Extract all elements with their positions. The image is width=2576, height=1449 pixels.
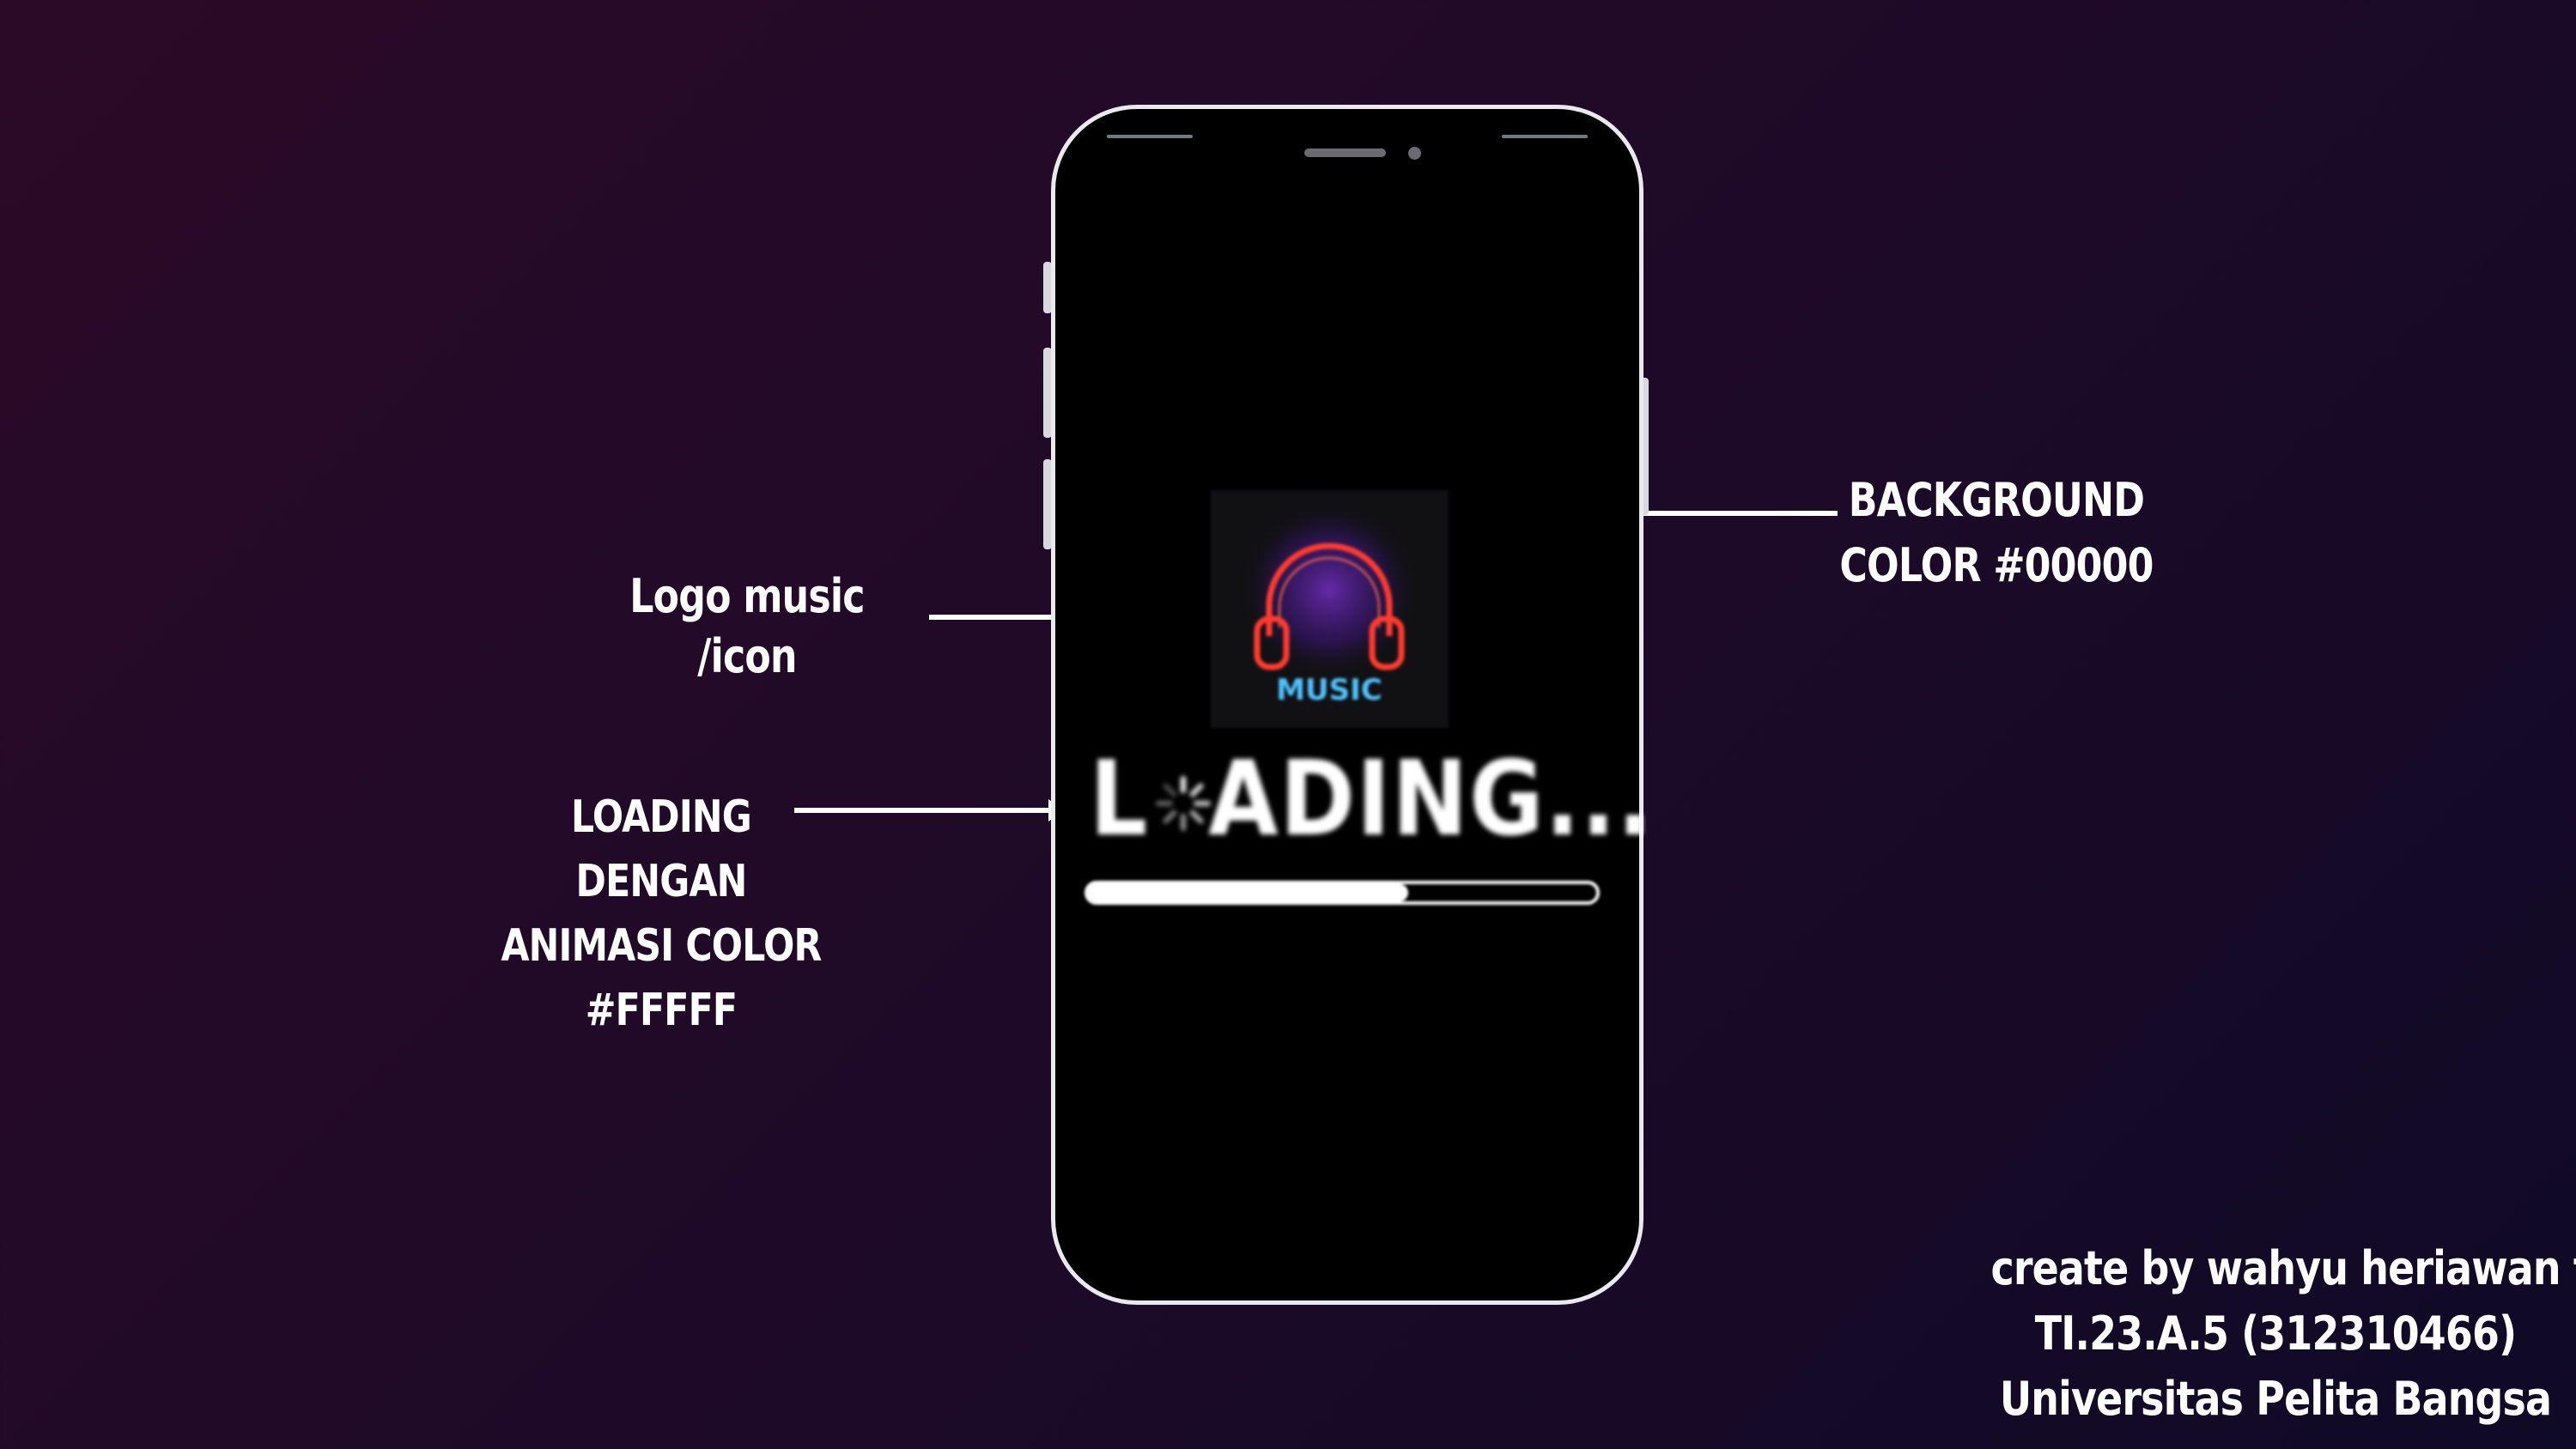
logo-annotation: Logo music /icon [585, 567, 908, 687]
loading-indicator: L ADING... [1090, 740, 1651, 859]
logo-annotation-line: Logo music [629, 569, 865, 623]
loading-annotation-line: LOADING [571, 791, 752, 843]
spinner-icon [1156, 776, 1211, 831]
music-logo-label: MUSIC [1276, 673, 1382, 707]
background-annotation-line: BACKGROUND [1848, 473, 2145, 527]
credit-line: TI.23.A.5 (312310466) [2034, 1307, 2517, 1361]
loading-annotation-line: DENGAN [575, 856, 748, 907]
bezel-line [1107, 135, 1193, 138]
background-annotation-line: COLOR #00000 [1839, 538, 2154, 592]
loading-arrow [794, 799, 1064, 822]
front-camera [1408, 147, 1421, 160]
loading-annotation-line: ANIMASI COLOR [501, 920, 822, 972]
phone-mockup: MUSIC L ADING... [1051, 105, 1651, 1305]
headphones-icon: MUSIC [1211, 490, 1449, 728]
loading-annotation: LOADING DENGAN ANIMASI COLOR #FFFFF [485, 785, 837, 1043]
music-logo: MUSIC [1211, 490, 1449, 728]
loading-progress-bar [1084, 881, 1600, 905]
logo-annotation-line: /icon [697, 629, 797, 684]
bezel-line [1502, 135, 1588, 138]
credit-line: create by wahyu heriawan t.s [1990, 1241, 2576, 1295]
loading-annotation-line: #FFFFF [585, 985, 738, 1036]
credit-line: Universitas Pelita Bangsa [1999, 1372, 2552, 1426]
loading-progress-fill [1088, 884, 1408, 901]
credit-text: create by wahyu heriawan t.s TI.23.A.5 (… [1990, 1236, 2576, 1432]
loading-text-rest: ADING... [1208, 740, 1654, 859]
background-annotation: BACKGROUND COLOR #00000 [1824, 468, 2169, 598]
speaker-grille [1304, 149, 1386, 157]
loading-text-start: L [1090, 740, 1150, 859]
